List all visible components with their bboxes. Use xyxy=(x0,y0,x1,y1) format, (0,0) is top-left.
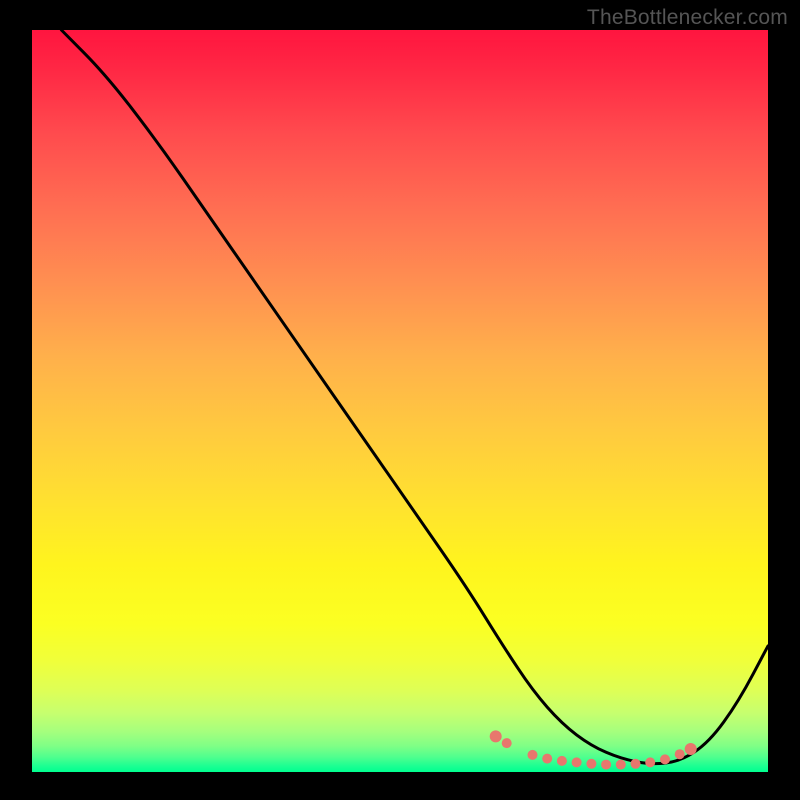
highlight-dot xyxy=(586,759,596,769)
highlight-dot xyxy=(502,738,512,748)
highlight-dot xyxy=(542,754,552,764)
highlight-dot xyxy=(660,754,670,764)
highlight-dot xyxy=(601,760,611,770)
highlight-dot xyxy=(490,730,502,742)
highlight-dot xyxy=(572,757,582,767)
chart-svg xyxy=(32,30,768,772)
highlight-dot xyxy=(557,756,567,766)
highlight-dot xyxy=(616,760,626,770)
highlight-dot xyxy=(631,759,641,769)
highlight-dot xyxy=(528,750,538,760)
chart-frame: TheBottlenecker.com xyxy=(0,0,800,800)
plot-area xyxy=(32,30,768,772)
highlight-marker-group xyxy=(490,730,697,769)
bottleneck-curve xyxy=(61,30,768,764)
highlight-dot xyxy=(685,743,697,755)
highlight-dot xyxy=(645,757,655,767)
watermark-text: TheBottlenecker.com xyxy=(587,6,788,30)
highlight-dot xyxy=(675,749,685,759)
